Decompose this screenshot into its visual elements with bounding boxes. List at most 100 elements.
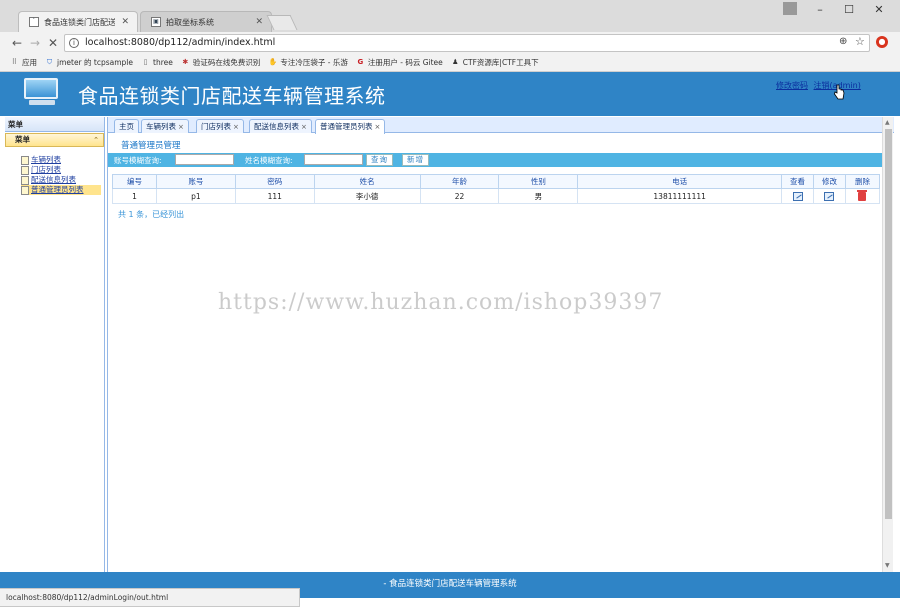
edit-icon[interactable] [824,191,835,201]
cell-delete [844,188,881,204]
tab-admins[interactable]: 普通管理员列表 × [315,119,386,134]
cell-edit [812,188,846,204]
hand-cursor-icon [834,84,845,100]
tab-stores[interactable]: 门店列表 × [196,119,244,133]
col-account: 账号 [155,174,236,189]
url-text[interactable]: localhost:8080/dp112/admin/index.html [85,35,275,51]
col-id: 编号 [112,174,157,189]
close-icon[interactable]: ✕ [255,17,263,27]
sidebar-item-vehicles[interactable]: 车辆列表 [21,155,104,165]
window-close-button[interactable]: ✕ [864,0,894,20]
scroll-up-icon[interactable]: ▲ [885,119,890,126]
watermark-text: https://www.huzhan.com/ishop39397 [218,290,664,315]
browser-tab-title: 食品连锁类门店配送车辆 [44,17,116,27]
cell-age: 22 [419,188,500,204]
tab-home[interactable]: 主页 [114,119,139,133]
browser-tab-title: 拍取坐标系统 [166,17,214,27]
status-url: localhost:8080/dp112/adminLogin/out.html [6,593,169,602]
menu-tree: 车辆列表 门店列表 配送信息列表 普通管理员列表 [5,147,104,195]
col-age: 年龄 [419,174,500,189]
change-password-link[interactable]: 修改密码 [776,81,808,90]
close-icon[interactable]: × [375,123,381,131]
minimize-button[interactable]: – [805,0,835,20]
browser-tab-inactive[interactable]: ▣ 拍取坐标系统 ✕ [140,11,272,32]
query-button[interactable]: 查询 [366,154,393,166]
add-button[interactable]: 新增 [402,154,429,166]
sidebar-item-stores[interactable]: 门店列表 [21,165,104,175]
sidebar-item-admins[interactable]: 普通管理员列表 [21,185,101,195]
account-search-label: 账号模糊查询: [114,156,162,165]
header-links: 修改密码 注销(admin) [776,80,864,91]
person-icon: ♟ [452,58,459,66]
browser-tab-active[interactable]: ` 食品连锁类门店配送车辆 ✕ [18,11,138,32]
name-search-input[interactable] [304,154,363,165]
close-icon[interactable]: × [233,123,239,131]
cell-name: 李小德 [313,188,421,204]
system-title: 食品连锁类门店配送车辆管理系统 [78,84,386,108]
bookmark-three[interactable]: ▯ three [141,58,173,67]
close-icon[interactable]: × [178,123,184,131]
gitee-icon: G [357,58,364,66]
account-search-input[interactable] [175,154,234,165]
bookmark-gitee[interactable]: G 注册用户 - 码云 Gitee [356,57,442,68]
page-tabbar: 主页 车辆列表 × 门店列表 × 配送信息列表 × 普通管理员列表 × [108,117,894,134]
bookmark-jmeter[interactable]: ⛉ jmeter 的 tcpsample [45,57,133,68]
content-panel: 普通管理员管理 账号模糊查询: 姓名模糊查询: 查询 新增 编号 账号 密码 姓… [108,134,894,572]
extension-icon[interactable]: ● [876,36,888,48]
name-search-label: 姓名模糊查询: [245,156,293,165]
bookmark-ctf[interactable]: ♟ CTF资源库|CTF工具下 [451,57,538,68]
view-icon[interactable] [792,191,803,201]
trash-icon[interactable] [857,189,868,201]
document-icon [21,155,29,165]
table-header-row: 编号 账号 密码 姓名 年龄 性别 电话 查看 修改 删除 [112,174,881,189]
bug-icon: ✱ [182,58,189,66]
page-icon: ▯ [143,58,148,66]
accordion-header-menu[interactable]: 菜单 ⌃ [5,133,104,147]
bookmark-apps[interactable]: ⠿ 应用 [10,57,37,68]
cell-account: p1 [155,188,236,204]
bookmark-captcha[interactable]: ✱ 验证码在线免费识别 [181,57,260,68]
accordion-label: 菜单 [15,135,30,144]
maximize-button[interactable]: ☐ [834,0,864,20]
table-row: 1 p1 111 李小德 22 男 13811111111 [112,188,881,204]
content-scrollbar[interactable]: ▲ ▼ [882,117,893,572]
scrollbar-thumb[interactable] [885,129,892,519]
bookmark-star-icon[interactable]: ☆ [855,35,865,48]
page-favicon-icon: ▣ [151,17,161,27]
address-bar[interactable]: i localhost:8080/dp112/admin/index.html … [64,34,870,52]
col-view: 查看 [781,174,814,189]
cell-phone: 13811111111 [577,188,783,204]
col-edit: 修改 [812,174,846,189]
cell-gender: 男 [498,188,579,204]
app-header: 食品连锁类门店配送车辆管理系统 修改密码 注销(admin) [0,72,900,116]
close-icon[interactable]: ✕ [121,17,129,27]
document-icon [21,165,29,175]
main-area: 主页 车辆列表 × 门店列表 × 配送信息列表 × 普通管理员列表 × 普通管理员管理 … [107,117,894,572]
forward-button[interactable]: → [26,34,44,52]
stop-loading-button[interactable]: ✕ [44,34,62,52]
bookmarks-bar: ⠿ 应用 ⛉ jmeter 的 tcpsample ▯ three ✱ 验证码在线免费识… [0,54,900,72]
tab-delivery[interactable]: 配送信息列表 × [249,119,312,133]
hand-icon: ✋ [268,58,278,66]
col-gender: 性别 [498,174,579,189]
shield-icon: ⛉ [46,58,53,66]
cell-password: 111 [234,188,315,204]
scroll-down-icon[interactable]: ▼ [885,562,890,569]
col-delete: 删除 [844,174,881,189]
info-icon[interactable]: i [69,38,79,48]
monitor-logo-icon [24,76,60,106]
col-phone: 电话 [577,174,783,189]
sidebar-item-delivery[interactable]: 配送信息列表 [21,175,104,185]
collapse-arrow-icon[interactable]: ⌃ [93,134,99,146]
sidebar: 菜单 菜单 ⌃ 车辆列表 门店列表 配送信息列表 普通管理员列表 [5,117,105,572]
tab-vehicles[interactable]: 车辆列表 × [141,119,189,133]
zoom-icon[interactable]: ⊕ [839,36,847,47]
browser-toolbar: ← → ✕ i localhost:8080/dp112/admin/index… [0,32,900,54]
cell-id: 1 [112,188,157,204]
close-icon[interactable]: × [301,123,307,131]
bookmark-leyou[interactable]: ✋ 专注冷压袋子 - 乐游 [268,57,348,68]
back-button[interactable]: ← [8,34,26,52]
apps-icon: ⠿ [11,58,18,66]
cell-view [781,188,814,204]
profile-icon[interactable] [783,2,797,15]
